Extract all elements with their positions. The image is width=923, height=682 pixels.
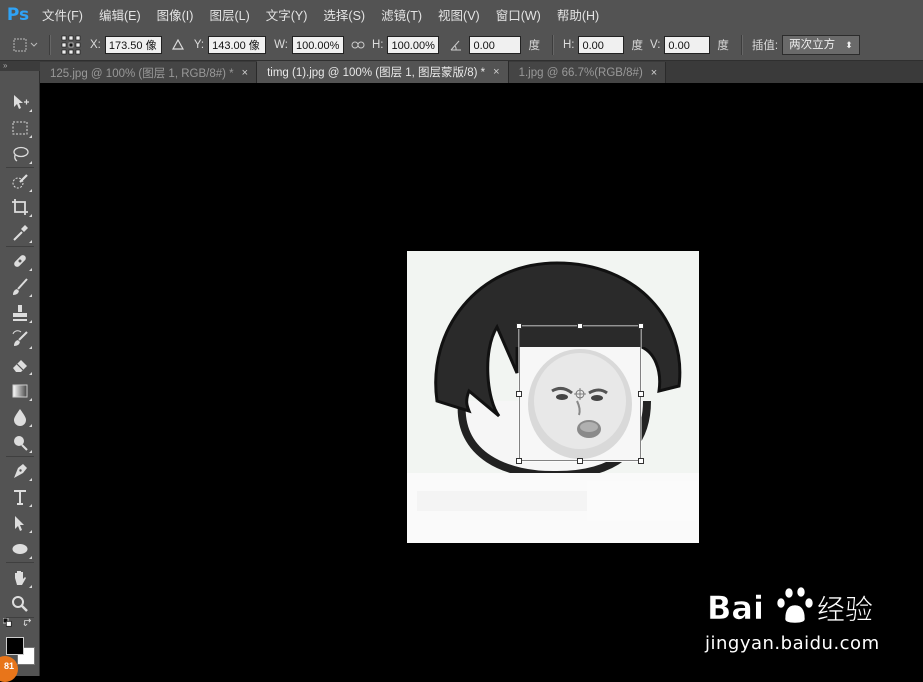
- brand-left: Bai: [707, 589, 764, 627]
- path-select-icon[interactable]: [9, 512, 32, 534]
- menu-bar: Ps 文件(F) 编辑(E) 图像(I) 图层(L) 文字(Y) 选择(S) 滤…: [0, 0, 923, 30]
- lasso-icon[interactable]: [9, 143, 32, 165]
- document-tabs: 125.jpg @ 100% (图层 1, RGB/8#) * × timg (…: [40, 61, 923, 83]
- hand-icon[interactable]: [9, 567, 32, 589]
- default-colors-icon[interactable]: [2, 617, 14, 629]
- rotate-angle-field[interactable]: 0.00: [469, 35, 522, 54]
- foreground-color-swatch[interactable]: [6, 637, 24, 655]
- tab-125-jpg[interactable]: 125.jpg @ 100% (图层 1, RGB/8#) * ×: [40, 62, 258, 83]
- baidu-logo: Bai 经验: [707, 586, 873, 627]
- menu-file[interactable]: 文件(F): [34, 5, 91, 24]
- v-skew-label: V:: [649, 38, 661, 51]
- tool-divider: [6, 562, 34, 563]
- tool-divider: [6, 246, 34, 247]
- ellipse-icon[interactable]: [9, 538, 32, 560]
- w-label: W:: [274, 38, 288, 51]
- triangle-icon[interactable]: [169, 39, 187, 50]
- menu-image[interactable]: 图像(I): [149, 5, 202, 24]
- height-scale-field[interactable]: 100.00%: [387, 35, 440, 54]
- options-divider: [551, 34, 554, 55]
- paw-icon: [776, 586, 814, 624]
- options-divider: [740, 34, 743, 55]
- menu-view[interactable]: 视图(V): [430, 5, 488, 24]
- baidu-jingyan-watermark: Bai 经验 jingyan.baidu.com: [705, 583, 920, 663]
- x-label: X:: [90, 38, 101, 51]
- options-divider: [49, 34, 51, 55]
- tool-divider: [6, 167, 34, 168]
- healing-icon[interactable]: [9, 250, 32, 272]
- menu-type[interactable]: 文字(Y): [258, 5, 316, 24]
- rotate-angle-unit: 度: [528, 39, 540, 52]
- pen-icon[interactable]: [9, 460, 32, 482]
- tool-divider: [6, 456, 34, 457]
- dodge-icon[interactable]: [9, 432, 32, 454]
- zoom-icon[interactable]: [9, 593, 31, 615]
- transform-handle-top-right[interactable]: [638, 323, 644, 329]
- transform-handle-bottom-left[interactable]: [516, 458, 522, 464]
- tab-1-jpg[interactable]: 1.jpg @ 66.7%(RGB/8#) ×: [508, 62, 667, 83]
- brush-icon[interactable]: [9, 276, 32, 298]
- tab-timg-jpg[interactable]: timg (1).jpg @ 100% (图层 1, 图层蒙版/8) * ×: [257, 61, 509, 83]
- crop-icon[interactable]: [9, 196, 32, 218]
- quick-select-icon[interactable]: [9, 171, 32, 193]
- v-skew-unit: 度: [717, 39, 729, 52]
- v-skew-field[interactable]: 0.00: [664, 35, 711, 54]
- transform-handle-right[interactable]: [638, 391, 644, 397]
- close-icon[interactable]: ×: [242, 67, 248, 79]
- menu-edit[interactable]: 编辑(E): [91, 5, 149, 24]
- history-brush-icon[interactable]: [9, 328, 32, 350]
- interpolation-select[interactable]: 两次立方 ⬍: [782, 34, 860, 55]
- photoshop-logo: Ps: [6, 4, 30, 25]
- h-skew-field[interactable]: 0.00: [578, 35, 625, 54]
- meme-artwork: [407, 251, 699, 543]
- tools-panel: [0, 71, 40, 676]
- h-skew-label: H:: [562, 38, 575, 51]
- interpolation-label: 插值:: [751, 39, 779, 52]
- transform-handle-top-left[interactable]: [516, 323, 522, 329]
- tab-title: timg (1).jpg @ 100% (图层 1, 图层蒙版/8) *: [267, 67, 486, 79]
- rotate-angle-icon: [447, 39, 465, 51]
- watermark-url: jingyan.baidu.com: [705, 633, 880, 654]
- close-icon[interactable]: ×: [493, 66, 499, 78]
- transform-handle-bottom-right[interactable]: [638, 458, 644, 464]
- marquee-icon[interactable]: [9, 117, 32, 139]
- options-bar: X: 173.50 像 Y: 143.00 像 W: 100.00% H: 10…: [0, 29, 923, 61]
- menu-window[interactable]: 窗口(W): [488, 5, 549, 24]
- brand-right: 经验: [817, 593, 873, 626]
- h-label: H:: [371, 38, 384, 51]
- stamp-icon[interactable]: [9, 302, 32, 324]
- y-position-field[interactable]: 143.00 像: [208, 35, 267, 54]
- close-icon[interactable]: ×: [651, 67, 657, 79]
- y-label: Y:: [193, 38, 205, 51]
- panel-collapse-toggle[interactable]: »: [0, 61, 40, 71]
- menu-layer[interactable]: 图层(L): [201, 5, 257, 24]
- transform-handle-left[interactable]: [516, 391, 522, 397]
- h-skew-unit: 度: [631, 39, 643, 52]
- gradient-icon[interactable]: [9, 380, 32, 402]
- swap-colors-icon[interactable]: [22, 617, 34, 629]
- document-image[interactable]: [407, 251, 699, 543]
- tab-title: 1.jpg @ 66.7%(RGB/8#): [518, 66, 643, 79]
- menu-select[interactable]: 选择(S): [315, 5, 373, 24]
- eyedropper-icon[interactable]: [9, 222, 32, 244]
- width-scale-field[interactable]: 100.00%: [291, 35, 344, 54]
- reference-point-icon[interactable]: [60, 35, 82, 55]
- tab-title: 125.jpg @ 100% (图层 1, RGB/8#) *: [50, 67, 234, 80]
- link-icon[interactable]: [348, 40, 368, 50]
- transform-handle-bottom[interactable]: [577, 458, 583, 464]
- menu-help[interactable]: 帮助(H): [549, 5, 607, 24]
- transform-handle-top[interactable]: [577, 323, 583, 329]
- interpolation-value: 两次立方: [789, 38, 836, 51]
- x-position-field[interactable]: 173.50 像: [104, 35, 162, 54]
- blur-icon[interactable]: [9, 406, 32, 428]
- move-icon[interactable]: [9, 91, 32, 113]
- menu-filter[interactable]: 滤镜(T): [373, 5, 430, 24]
- eraser-icon[interactable]: [9, 354, 32, 376]
- type-icon[interactable]: [9, 486, 32, 508]
- select-arrows-icon: ⬍: [845, 39, 853, 50]
- transform-tool-preset-icon[interactable]: [10, 37, 40, 53]
